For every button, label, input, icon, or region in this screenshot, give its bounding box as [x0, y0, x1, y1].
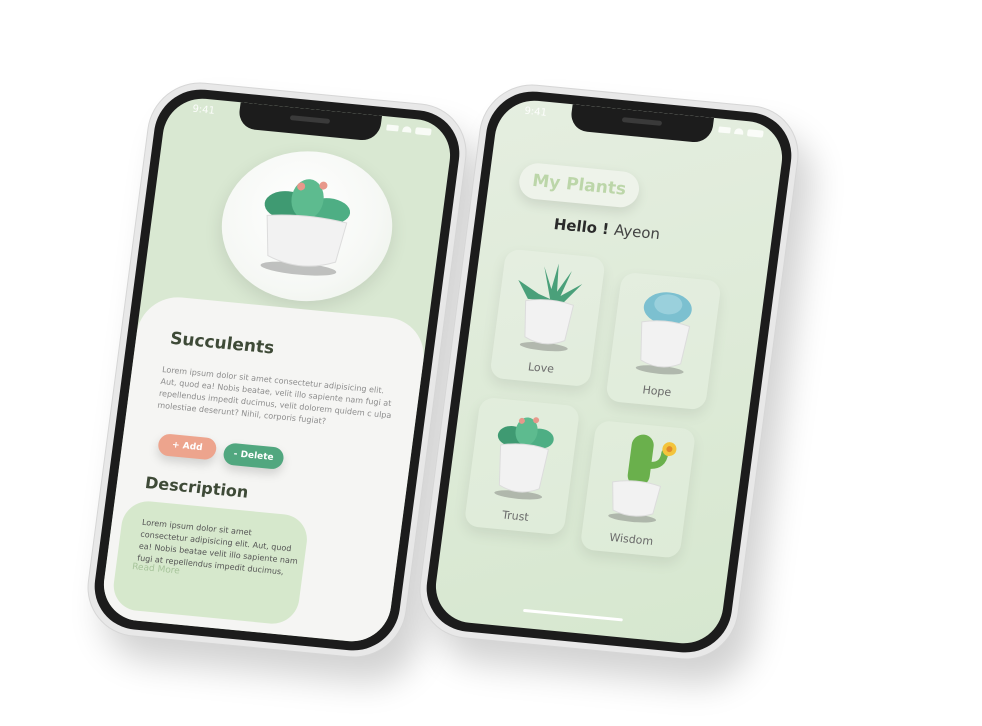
phone-frame: 9:41 My Plants Hello ! Ayeon Love Hope T…: [421, 87, 797, 657]
plant-label: Wisdom: [608, 530, 654, 548]
description-box: Lorem ipsum dolor sit amet consectetur a…: [110, 499, 311, 626]
status-icons: [718, 126, 764, 138]
flowering-cactus-icon: [608, 434, 677, 523]
plant-hero-circle: [212, 143, 402, 309]
battery-icon: [746, 129, 764, 138]
plant-card-trust[interactable]: Trust: [463, 396, 581, 536]
my-plants-header[interactable]: My Plants: [517, 161, 642, 209]
status-icons: [386, 124, 432, 136]
battery-icon: [414, 127, 432, 136]
status-time: 9:41: [191, 103, 216, 117]
my-plants-screen: 9:41 My Plants Hello ! Ayeon Love Hope T…: [431, 97, 787, 647]
wifi-icon: [734, 127, 744, 135]
phone-frame: 9:41 Succulents Lorem ipsum dolor sit am…: [89, 85, 465, 655]
greeting-text: Hello !: [552, 215, 611, 239]
plant-grid: Love Hope Trust Wisdom: [463, 248, 745, 559]
cactus-plant-icon: [260, 179, 351, 276]
greeting: Hello ! Ayeon: [553, 215, 662, 243]
plant-label: Love: [527, 360, 555, 376]
plant-detail-screen: 9:41 Succulents Lorem ipsum dolor sit am…: [99, 95, 455, 645]
plant-card-wisdom[interactable]: Wisdom: [579, 420, 697, 559]
signal-icon: [718, 126, 731, 134]
plant-card-hope[interactable]: Hope: [605, 271, 722, 411]
plant-label: Hope: [641, 383, 673, 400]
notch: [569, 104, 715, 144]
user-name: Ayeon: [613, 220, 662, 244]
plant-label: Trust: [501, 508, 530, 524]
status-time: 9:41: [523, 105, 548, 119]
phone-left: 9:41 Succulents Lorem ipsum dolor sit am…: [82, 78, 472, 662]
home-indicator[interactable]: [522, 608, 623, 622]
notch: [237, 102, 383, 142]
signal-icon: [386, 124, 399, 132]
phone-right: 9:41 My Plants Hello ! Ayeon Love Hope T…: [414, 80, 804, 664]
blue-succulent-icon: [635, 292, 692, 375]
aloe-plant-icon: [518, 263, 583, 352]
plant-card-love[interactable]: Love: [489, 248, 606, 388]
cactus-plant-icon: [494, 417, 554, 500]
wifi-icon: [402, 125, 412, 133]
